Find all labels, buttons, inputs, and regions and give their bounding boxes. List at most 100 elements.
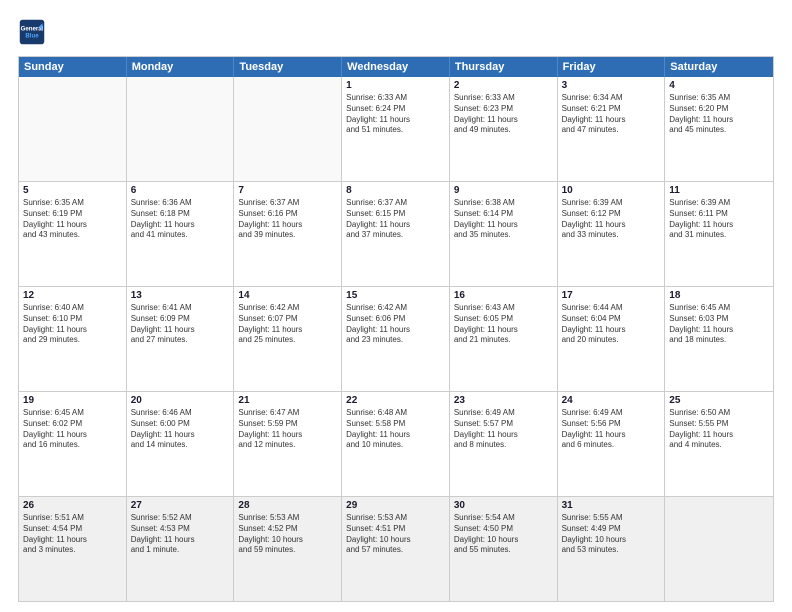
day-info: Sunrise: 6:46 AM Sunset: 6:00 PM Dayligh… xyxy=(131,408,230,451)
day-info: Sunrise: 6:39 AM Sunset: 6:11 PM Dayligh… xyxy=(669,198,769,241)
day-cell-22: 22 Sunrise: 6:48 AM Sunset: 5:58 PM Dayli… xyxy=(342,392,450,496)
day-info: Sunrise: 6:44 AM Sunset: 6:04 PM Dayligh… xyxy=(562,303,661,346)
day-cell-13: 13 Sunrise: 6:41 AM Sunset: 6:09 PM Dayli… xyxy=(127,287,235,391)
day-info: Sunrise: 5:53 AM Sunset: 4:52 PM Dayligh… xyxy=(238,513,337,556)
day-info: Sunrise: 5:54 AM Sunset: 4:50 PM Dayligh… xyxy=(454,513,553,556)
day-number: 24 xyxy=(562,395,661,406)
day-number: 26 xyxy=(23,500,122,511)
day-cell-30: 30 Sunrise: 5:54 AM Sunset: 4:50 PM Dayli… xyxy=(450,497,558,601)
day-number: 13 xyxy=(131,290,230,301)
day-number: 25 xyxy=(669,395,769,406)
empty-cell xyxy=(665,497,773,601)
day-cell-8: 8 Sunrise: 6:37 AM Sunset: 6:15 PM Daylig… xyxy=(342,182,450,286)
day-info: Sunrise: 6:37 AM Sunset: 6:15 PM Dayligh… xyxy=(346,198,445,241)
day-cell-28: 28 Sunrise: 5:53 AM Sunset: 4:52 PM Dayli… xyxy=(234,497,342,601)
day-cell-9: 9 Sunrise: 6:38 AM Sunset: 6:14 PM Daylig… xyxy=(450,182,558,286)
day-number: 20 xyxy=(131,395,230,406)
day-cell-21: 21 Sunrise: 6:47 AM Sunset: 5:59 PM Dayli… xyxy=(234,392,342,496)
empty-cell xyxy=(234,77,342,181)
day-cell-15: 15 Sunrise: 6:42 AM Sunset: 6:06 PM Dayli… xyxy=(342,287,450,391)
day-number: 29 xyxy=(346,500,445,511)
day-cell-4: 4 Sunrise: 6:35 AM Sunset: 6:20 PM Daylig… xyxy=(665,77,773,181)
calendar-header: SundayMondayTuesdayWednesdayThursdayFrid… xyxy=(19,57,773,77)
day-cell-6: 6Sunrise: 6:36 AM Sunset: 6:18 PM Daylig… xyxy=(127,182,235,286)
day-info: Sunrise: 6:45 AM Sunset: 6:03 PM Dayligh… xyxy=(669,303,769,346)
day-cell-29: 29 Sunrise: 5:53 AM Sunset: 4:51 PM Dayli… xyxy=(342,497,450,601)
day-info: Sunrise: 6:36 AM Sunset: 6:18 PM Dayligh… xyxy=(131,198,230,241)
header-day-tuesday: Tuesday xyxy=(234,57,342,77)
day-number: 22 xyxy=(346,395,445,406)
calendar: SundayMondayTuesdayWednesdayThursdayFrid… xyxy=(18,56,774,602)
day-info: Sunrise: 6:42 AM Sunset: 6:06 PM Dayligh… xyxy=(346,303,445,346)
day-number: 14 xyxy=(238,290,337,301)
day-number: 12 xyxy=(23,290,122,301)
day-info: Sunrise: 6:40 AM Sunset: 6:10 PM Dayligh… xyxy=(23,303,122,346)
day-number: 16 xyxy=(454,290,553,301)
day-number: 17 xyxy=(562,290,661,301)
day-info: Sunrise: 6:43 AM Sunset: 6:05 PM Dayligh… xyxy=(454,303,553,346)
day-number: 5 xyxy=(23,185,122,196)
day-number: 2 xyxy=(454,80,553,91)
day-cell-16: 16 Sunrise: 6:43 AM Sunset: 6:05 PM Dayli… xyxy=(450,287,558,391)
day-cell-19: 19 Sunrise: 6:45 AM Sunset: 6:02 PM Dayli… xyxy=(19,392,127,496)
day-number: 27 xyxy=(131,500,230,511)
day-info: Sunrise: 5:52 AM Sunset: 4:53 PM Dayligh… xyxy=(131,513,230,556)
day-info: Sunrise: 6:35 AM Sunset: 6:20 PM Dayligh… xyxy=(669,93,769,136)
calendar-page: General Blue SundayMondayTuesdayWednesda… xyxy=(0,0,792,612)
day-number: 8 xyxy=(346,185,445,196)
day-number: 19 xyxy=(23,395,122,406)
day-number: 28 xyxy=(238,500,337,511)
day-info: Sunrise: 6:48 AM Sunset: 5:58 PM Dayligh… xyxy=(346,408,445,451)
day-info: Sunrise: 6:41 AM Sunset: 6:09 PM Dayligh… xyxy=(131,303,230,346)
day-number: 10 xyxy=(562,185,661,196)
day-cell-31: 31Sunrise: 5:55 AM Sunset: 4:49 PM Dayli… xyxy=(558,497,666,601)
calendar-week-3: 12 Sunrise: 6:40 AM Sunset: 6:10 PM Dayli… xyxy=(19,286,773,391)
calendar-week-4: 19 Sunrise: 6:45 AM Sunset: 6:02 PM Dayli… xyxy=(19,391,773,496)
day-cell-25: 25Sunrise: 6:50 AM Sunset: 5:55 PM Dayli… xyxy=(665,392,773,496)
day-info: Sunrise: 6:49 AM Sunset: 5:57 PM Dayligh… xyxy=(454,408,553,451)
logo: General Blue xyxy=(18,18,50,46)
calendar-week-2: 5 Sunrise: 6:35 AM Sunset: 6:19 PM Daylig… xyxy=(19,181,773,286)
day-info: Sunrise: 6:34 AM Sunset: 6:21 PM Dayligh… xyxy=(562,93,661,136)
day-number: 9 xyxy=(454,185,553,196)
header-day-thursday: Thursday xyxy=(450,57,558,77)
day-cell-18: 18 Sunrise: 6:45 AM Sunset: 6:03 PM Dayli… xyxy=(665,287,773,391)
day-info: Sunrise: 6:35 AM Sunset: 6:19 PM Dayligh… xyxy=(23,198,122,241)
day-cell-27: 27 Sunrise: 5:52 AM Sunset: 4:53 PM Dayli… xyxy=(127,497,235,601)
day-number: 4 xyxy=(669,80,769,91)
day-cell-26: 26Sunrise: 5:51 AM Sunset: 4:54 PM Dayli… xyxy=(19,497,127,601)
day-number: 3 xyxy=(562,80,661,91)
day-cell-12: 12 Sunrise: 6:40 AM Sunset: 6:10 PM Dayli… xyxy=(19,287,127,391)
day-number: 23 xyxy=(454,395,553,406)
calendar-week-1: 1Sunrise: 6:33 AM Sunset: 6:24 PM Daylig… xyxy=(19,77,773,181)
day-info: Sunrise: 6:33 AM Sunset: 6:23 PM Dayligh… xyxy=(454,93,553,136)
empty-cell xyxy=(127,77,235,181)
header-day-wednesday: Wednesday xyxy=(342,57,450,77)
logo-icon: General Blue xyxy=(18,18,46,46)
day-info: Sunrise: 6:47 AM Sunset: 5:59 PM Dayligh… xyxy=(238,408,337,451)
day-cell-3: 3 Sunrise: 6:34 AM Sunset: 6:21 PM Daylig… xyxy=(558,77,666,181)
day-number: 7 xyxy=(238,185,337,196)
day-info: Sunrise: 6:37 AM Sunset: 6:16 PM Dayligh… xyxy=(238,198,337,241)
day-cell-20: 20 Sunrise: 6:46 AM Sunset: 6:00 PM Dayli… xyxy=(127,392,235,496)
empty-cell xyxy=(19,77,127,181)
day-info: Sunrise: 6:38 AM Sunset: 6:14 PM Dayligh… xyxy=(454,198,553,241)
day-info: Sunrise: 5:53 AM Sunset: 4:51 PM Dayligh… xyxy=(346,513,445,556)
header-day-monday: Monday xyxy=(127,57,235,77)
day-info: Sunrise: 6:49 AM Sunset: 5:56 PM Dayligh… xyxy=(562,408,661,451)
day-cell-1: 1Sunrise: 6:33 AM Sunset: 6:24 PM Daylig… xyxy=(342,77,450,181)
day-number: 18 xyxy=(669,290,769,301)
day-info: Sunrise: 6:39 AM Sunset: 6:12 PM Dayligh… xyxy=(562,198,661,241)
header-day-sunday: Sunday xyxy=(19,57,127,77)
day-number: 21 xyxy=(238,395,337,406)
calendar-body: 1Sunrise: 6:33 AM Sunset: 6:24 PM Daylig… xyxy=(19,77,773,601)
day-cell-14: 14 Sunrise: 6:42 AM Sunset: 6:07 PM Dayli… xyxy=(234,287,342,391)
day-info: Sunrise: 6:33 AM Sunset: 6:24 PM Dayligh… xyxy=(346,93,445,136)
day-info: Sunrise: 6:42 AM Sunset: 6:07 PM Dayligh… xyxy=(238,303,337,346)
day-number: 15 xyxy=(346,290,445,301)
header-day-saturday: Saturday xyxy=(665,57,773,77)
day-number: 30 xyxy=(454,500,553,511)
day-cell-10: 10 Sunrise: 6:39 AM Sunset: 6:12 PM Dayli… xyxy=(558,182,666,286)
day-info: Sunrise: 6:45 AM Sunset: 6:02 PM Dayligh… xyxy=(23,408,122,451)
page-header: General Blue xyxy=(18,18,774,46)
